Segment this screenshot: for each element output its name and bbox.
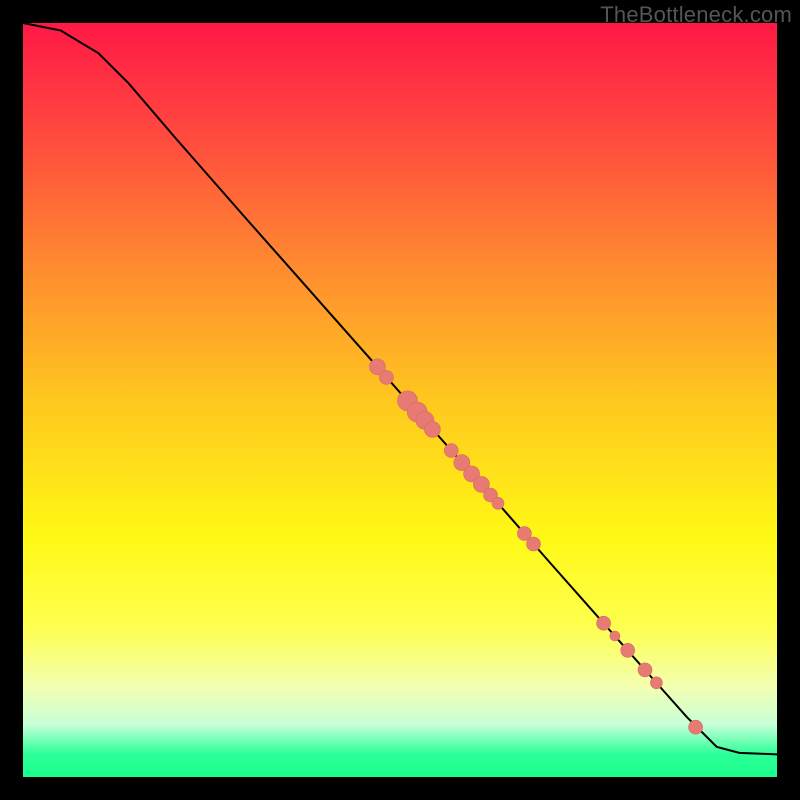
- chart-marker: [597, 616, 611, 630]
- chart-marker: [527, 537, 541, 551]
- chart-frame: [23, 23, 777, 777]
- chart-marker: [444, 444, 458, 458]
- chart-marker: [492, 497, 504, 509]
- chart-markers-group: [369, 359, 702, 734]
- chart-marker: [689, 720, 703, 734]
- chart-curve: [23, 23, 777, 754]
- chart-marker: [638, 663, 652, 677]
- chart-marker: [610, 631, 620, 641]
- chart-marker: [424, 421, 440, 437]
- chart-marker: [379, 370, 393, 384]
- chart-marker: [621, 643, 635, 657]
- chart-marker: [650, 677, 662, 689]
- chart-svg: [23, 23, 777, 777]
